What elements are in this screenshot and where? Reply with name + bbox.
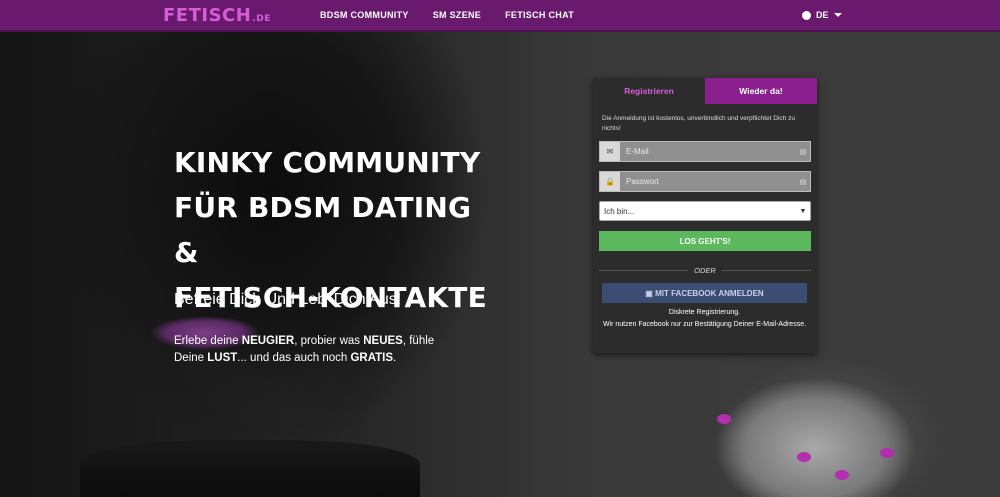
email-field-group: ✉ ▤: [599, 141, 811, 162]
language-label: DE: [816, 10, 829, 20]
desc-bold: NEUGIER: [241, 335, 295, 347]
language-switcher[interactable]: DE: [802, 10, 842, 20]
desc-text: ... und das auch noch: [237, 352, 351, 364]
divider-line: [721, 269, 812, 271]
tab-register[interactable]: Registrieren: [593, 78, 705, 104]
facebook-login-label: MIT FACEBOOK ANMELDEN: [655, 288, 764, 298]
main-nav: BDSM COMMUNITY SM SZENE FETISCH CHAT: [320, 10, 574, 20]
registration-note: Die Anmeldung ist kostenlos, unverbindli…: [602, 115, 795, 132]
registration-panel: Registrieren Wieder da! Die Anmeldung is…: [593, 78, 817, 353]
logo-suffix: .DE: [252, 14, 271, 24]
desc-bold: GRATIS: [350, 352, 394, 364]
password-input[interactable]: [620, 172, 796, 191]
hero-image-hand: [715, 378, 915, 497]
envelope-icon: ✉: [600, 142, 620, 161]
divider-line: [599, 269, 689, 271]
facebook-note: Diskrete Registrierung. Wir nutzen Faceb…: [602, 307, 807, 331]
autofill-icon: ▤: [796, 172, 810, 191]
nav-link-sm-szene[interactable]: SM SZENE: [433, 10, 481, 20]
nav-link-fetisch-chat[interactable]: FETISCH CHAT: [505, 10, 574, 20]
hero-image-nail: [797, 452, 811, 462]
desc-text: .: [393, 352, 397, 364]
globe-icon: [802, 10, 811, 20]
email-input[interactable]: [620, 142, 796, 161]
desc-bold: LUST: [207, 352, 238, 364]
hero-description: Erlebe deine NEUGIER, probier was NEUES,…: [174, 333, 464, 367]
gender-select-value: Ich bin...: [604, 206, 635, 216]
autofill-icon: ▤: [796, 142, 810, 161]
hero-title-line: FÜR BDSM DATING &: [174, 191, 472, 269]
hero-image-nail: [717, 414, 731, 424]
facebook-note-line: Diskrete Registrierung.: [668, 309, 741, 316]
facebook-note-line: Wir nutzen Facebook nur zur Bestätigung …: [602, 321, 807, 328]
hero-image-nail: [880, 448, 894, 458]
top-navbar: FETISCH.DE BDSM COMMUNITY SM SZENE FETIS…: [0, 0, 1000, 32]
submit-button[interactable]: LOS GEHT'S!: [599, 231, 811, 251]
hero-image-nail: [835, 470, 849, 480]
or-divider: ODER: [599, 265, 812, 275]
caret-down-icon: [833, 13, 842, 17]
gender-select[interactable]: Ich bin... ▼: [599, 201, 811, 221]
desc-bold: NEUES: [363, 335, 403, 347]
panel-tabs: Registrieren Wieder da!: [593, 78, 817, 104]
chevron-down-icon: ▼: [799, 207, 807, 215]
facebook-login-button[interactable]: ▣ MIT FACEBOOK ANMELDEN: [602, 283, 807, 303]
hero-background: [0, 0, 1000, 497]
desc-text: Erlebe deine: [174, 335, 242, 347]
or-label: ODER: [694, 265, 716, 275]
hero-image-collar: [80, 440, 420, 497]
facebook-icon: ▣: [645, 288, 653, 298]
nav-link-bdsm-community[interactable]: BDSM COMMUNITY: [320, 10, 409, 20]
desc-text: , probier was: [294, 335, 364, 347]
hero-subtitle: Befreie Dich Und Leb' Dich Aus!: [174, 291, 402, 308]
hero-title-line: KINKY COMMUNITY: [174, 146, 481, 179]
password-field-group: 🔒 ▤: [599, 171, 811, 192]
lock-icon: 🔒: [600, 172, 620, 191]
tab-login[interactable]: Wieder da!: [705, 78, 817, 104]
logo-main: FETISCH: [163, 5, 252, 26]
site-logo[interactable]: FETISCH.DE: [163, 5, 271, 26]
